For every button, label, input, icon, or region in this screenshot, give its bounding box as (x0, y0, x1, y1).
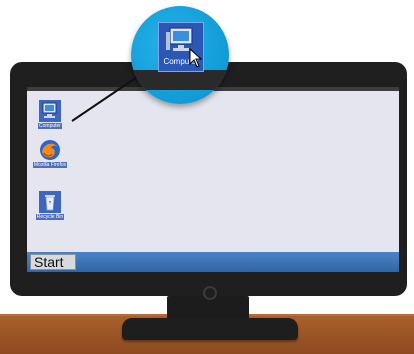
desktop-screen: Computer Mozilla Firefox Recycle Bin Sta… (27, 87, 399, 272)
callout-band (131, 70, 229, 90)
zoom-callout: Computer (131, 6, 229, 104)
desktop-icon-label: Computer (38, 123, 62, 129)
desktop-icon-label: Recycle Bin (35, 214, 65, 220)
firefox-icon (40, 140, 60, 160)
desktop-icon-label: Mozilla Firefox (32, 162, 68, 168)
power-button (203, 286, 217, 300)
monitor-stand-base (122, 318, 298, 340)
computer-icon (39, 100, 61, 122)
start-button[interactable]: Start (30, 254, 76, 270)
desktop-icon-computer[interactable]: Computer (34, 100, 66, 129)
mouse-pointer-icon (189, 48, 203, 68)
desktop-icon-firefox[interactable]: Mozilla Firefox (32, 139, 68, 168)
taskbar: Start (27, 252, 399, 272)
desktop-icon-recycle-bin[interactable]: Recycle Bin (34, 191, 66, 220)
recycle-bin-icon (39, 191, 61, 213)
